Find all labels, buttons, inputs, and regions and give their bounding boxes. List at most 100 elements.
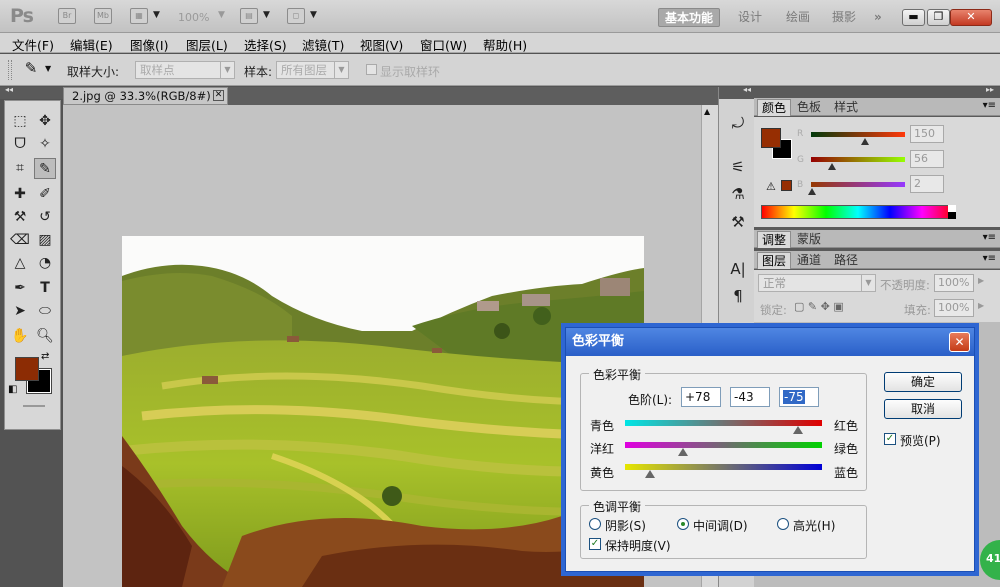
menu-help[interactable]: 帮助(H) bbox=[483, 35, 527, 54]
chevron-down-icon[interactable]: ▼ bbox=[153, 10, 160, 20]
sample-select[interactable]: 所有图层 ▼ bbox=[276, 61, 349, 79]
midtones-label[interactable]: 中间调(D) bbox=[693, 517, 748, 534]
bridge-icon[interactable]: Br bbox=[58, 8, 76, 24]
eyedropper-icon[interactable]: ✎ bbox=[20, 59, 42, 81]
restore-button[interactable]: ❐ bbox=[927, 9, 950, 26]
chevron-right-icon[interactable]: ▶ bbox=[978, 276, 984, 285]
red-slider[interactable] bbox=[811, 132, 905, 137]
minimize-button[interactable]: ▬ bbox=[902, 9, 925, 26]
blue-slider[interactable] bbox=[811, 182, 905, 187]
preview-label[interactable]: 预览(P) bbox=[900, 432, 941, 449]
type-tool-icon[interactable]: T bbox=[34, 278, 56, 299]
foreground-color-swatch[interactable] bbox=[15, 357, 39, 381]
red-value-field[interactable]: 150 bbox=[910, 125, 944, 143]
color-spectrum-bar[interactable] bbox=[761, 205, 955, 219]
preserve-luminosity-checkbox[interactable]: ✓ bbox=[589, 538, 601, 550]
black-white-swatch[interactable] bbox=[948, 205, 956, 219]
collapse-icon[interactable]: ◂◂ bbox=[5, 85, 13, 94]
panel-menu-icon[interactable]: ▾≡ bbox=[983, 253, 996, 264]
opacity-field[interactable]: 100% bbox=[934, 274, 974, 292]
level-input-cyan-red[interactable]: +78 bbox=[681, 387, 721, 407]
menu-view[interactable]: 视图(V) bbox=[360, 35, 403, 54]
brush-panel-icon[interactable]: ⚟ bbox=[728, 157, 748, 177]
character-panel-icon[interactable]: A| bbox=[728, 259, 748, 279]
panel-menu-icon[interactable]: ▾≡ bbox=[983, 232, 996, 243]
scroll-up-icon[interactable]: ▲ bbox=[704, 107, 710, 116]
brush-presets-icon[interactable]: ⚗ bbox=[728, 184, 748, 204]
more-workspaces-icon[interactable]: » bbox=[874, 8, 882, 27]
chevron-down-icon[interactable]: ▼ bbox=[218, 10, 225, 20]
quick-select-tool-icon[interactable]: ✧ bbox=[34, 134, 56, 155]
level-input-yellow-blue[interactable]: -75 bbox=[779, 387, 819, 407]
tab-styles[interactable]: 样式 bbox=[830, 99, 862, 116]
blue-slider-thumb[interactable] bbox=[808, 188, 816, 195]
show-ring-checkbox[interactable] bbox=[366, 64, 377, 75]
pen-tool-icon[interactable]: ✒ bbox=[9, 278, 31, 299]
fill-field[interactable]: 100% bbox=[934, 299, 974, 317]
ok-button[interactable]: 确定 bbox=[884, 372, 962, 392]
tab-color[interactable]: 颜色 bbox=[757, 99, 792, 116]
tab-paths[interactable]: 路径 bbox=[830, 252, 862, 269]
workspace-design[interactable]: 设计 bbox=[738, 8, 762, 27]
close-icon[interactable]: ✕ bbox=[213, 90, 224, 101]
eraser-tool-icon[interactable]: ⌫ bbox=[9, 230, 31, 251]
screen-mode-icon[interactable]: ◻ bbox=[287, 8, 305, 24]
preview-checkbox[interactable]: ✓ bbox=[884, 433, 896, 445]
gamut-color-swatch[interactable] bbox=[781, 180, 792, 191]
brush-tool-icon[interactable]: ✐ bbox=[34, 184, 56, 205]
magenta-green-slider[interactable] bbox=[625, 442, 822, 448]
workspace-essentials[interactable]: 基本功能 bbox=[658, 8, 720, 27]
preserve-luminosity-label[interactable]: 保持明度(V) bbox=[605, 537, 671, 554]
history-brush-tool-icon[interactable]: ↺ bbox=[34, 207, 56, 228]
gradient-tool-icon[interactable]: ▨ bbox=[34, 230, 56, 251]
panel-menu-icon[interactable]: ▾≡ bbox=[983, 100, 996, 111]
hand-tool-icon[interactable]: ✋ bbox=[9, 326, 31, 347]
level-input-magenta-green[interactable]: -43 bbox=[730, 387, 770, 407]
arrange-documents-icon[interactable]: ▤ bbox=[240, 8, 258, 24]
ellipse-tool-icon[interactable]: ⬭ bbox=[34, 301, 56, 322]
expand-icon[interactable]: ▸▸ bbox=[986, 85, 994, 94]
toolbox-header[interactable]: ◂◂ bbox=[0, 85, 63, 99]
panels-header[interactable]: ▸▸ bbox=[754, 85, 1000, 98]
menu-layer[interactable]: 图层(L) bbox=[186, 35, 228, 54]
menu-image[interactable]: 图像(I) bbox=[130, 35, 168, 54]
workspace-photography[interactable]: 摄影 bbox=[832, 8, 856, 27]
chevron-right-icon[interactable]: ▶ bbox=[978, 301, 984, 310]
blend-mode-select[interactable]: 正常 ▼ bbox=[758, 274, 876, 292]
paragraph-panel-icon[interactable]: ¶ bbox=[728, 286, 748, 306]
swap-colors-icon[interactable]: ⇄ bbox=[41, 351, 49, 362]
lasso-tool-icon[interactable]: ᗜ bbox=[9, 134, 31, 155]
blue-value-field[interactable]: 2 bbox=[910, 175, 944, 193]
crop-tool-icon[interactable]: ⌗ bbox=[9, 158, 31, 179]
marquee-tool-icon[interactable]: ⬚ bbox=[9, 111, 31, 132]
highlights-label[interactable]: 高光(H) bbox=[793, 517, 835, 534]
highlights-radio[interactable] bbox=[777, 518, 789, 530]
lock-icons[interactable]: ▢ ✎ ✥ ▣ bbox=[794, 300, 844, 313]
mini-bridge-icon[interactable]: Mb bbox=[94, 8, 112, 24]
green-slider[interactable] bbox=[811, 157, 905, 162]
dock-header[interactable]: ◂◂ bbox=[719, 85, 755, 99]
close-icon[interactable]: ✕ bbox=[949, 332, 970, 352]
tab-masks[interactable]: 蒙版 bbox=[793, 231, 825, 248]
yellow-blue-slider-thumb[interactable] bbox=[645, 470, 655, 478]
cyan-red-slider-thumb[interactable] bbox=[793, 426, 803, 434]
menu-file[interactable]: 文件(F) bbox=[12, 35, 54, 54]
view-extras-icon[interactable]: ▦ bbox=[130, 8, 148, 24]
default-colors-icon[interactable]: ◧ bbox=[8, 384, 17, 395]
green-value-field[interactable]: 56 bbox=[910, 150, 944, 168]
move-tool-icon[interactable]: ✥ bbox=[34, 111, 56, 132]
document-tab[interactable]: 2.jpg @ 33.3%(RGB/8#) ✕ bbox=[63, 87, 228, 105]
chevron-down-icon[interactable]: ▼ bbox=[263, 10, 270, 20]
menu-filter[interactable]: 滤镜(T) bbox=[302, 35, 344, 54]
blur-tool-icon[interactable]: △ bbox=[9, 253, 31, 274]
history-panel-icon[interactable]: ⤾ bbox=[728, 113, 748, 133]
workspace-painting[interactable]: 绘画 bbox=[786, 8, 810, 27]
close-button[interactable]: ✕ bbox=[950, 9, 992, 26]
zoom-level[interactable]: 100% bbox=[178, 11, 209, 24]
grip-handle[interactable] bbox=[8, 60, 12, 80]
sample-size-select[interactable]: 取样点 ▼ bbox=[135, 61, 235, 79]
menu-select[interactable]: 选择(S) bbox=[244, 35, 287, 54]
clone-stamp-tool-icon[interactable]: ⚒ bbox=[9, 207, 31, 228]
dodge-tool-icon[interactable]: ◔ bbox=[34, 253, 56, 274]
tab-swatches[interactable]: 色板 bbox=[793, 99, 825, 116]
